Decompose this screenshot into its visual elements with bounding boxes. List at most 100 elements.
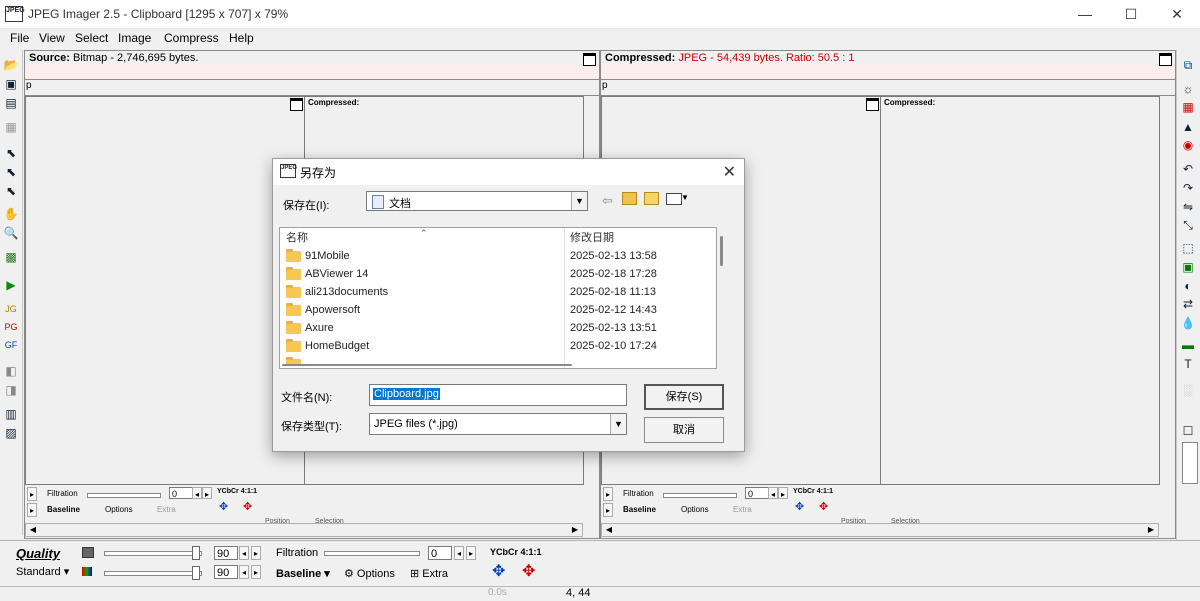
filtration-value-main[interactable]: 0 (428, 546, 452, 560)
text-tool-icon[interactable]: T (1180, 357, 1196, 371)
menu-view[interactable]: View (39, 31, 65, 45)
expand-left-icon-2[interactable]: ▸ (603, 503, 613, 517)
filtration-slider[interactable] (87, 493, 161, 498)
png-icon[interactable]: PG (3, 320, 19, 334)
up-folder-icon[interactable] (622, 192, 637, 205)
compressed-hscrollbar[interactable]: ◀ ▶ (601, 523, 1159, 537)
drop-icon[interactable]: 💧 (1180, 316, 1196, 330)
soft-edge-icon[interactable]: ░ (1180, 383, 1196, 397)
back-nav-icon[interactable]: ⇦ (602, 193, 613, 209)
source-maximize-icon[interactable] (583, 53, 596, 66)
compressed-maximize-icon[interactable] (1159, 53, 1172, 66)
select-arrow-icon[interactable]: ⬉ (3, 146, 19, 160)
filtration-down-icon[interactable]: ◂ (768, 487, 778, 499)
save-button[interactable]: 保存(S) (644, 384, 724, 410)
screen-icon[interactable]: ▬ (1180, 338, 1196, 352)
file-row[interactable]: ali213documents 2025-02-18 11:13 (280, 284, 700, 302)
quality-slider-2[interactable] (104, 571, 202, 576)
filtration-main-up-icon[interactable]: ▸ (466, 546, 476, 560)
expand-left-icon[interactable]: ▸ (603, 487, 613, 501)
filtration-slider[interactable] (663, 493, 737, 498)
preset-dropdown[interactable]: Standard ▾ (16, 565, 69, 578)
grayscale-icon[interactable]: ◐ (1180, 279, 1196, 293)
paste-icon[interactable]: ▣ (3, 77, 19, 91)
file-row[interactable]: Apowersoft 2025-02-12 14:43 (280, 302, 700, 320)
histogram-icon[interactable]: ▲ (1180, 120, 1196, 134)
rotate-left-icon[interactable]: ↶ (1180, 162, 1196, 176)
jpg-icon[interactable]: JG (3, 302, 19, 316)
file-row[interactable]: 91Mobile 2025-02-13 13:58 (280, 248, 700, 266)
select-region-icon[interactable]: ⬉ (3, 165, 19, 179)
chroma-red-icon[interactable]: ✥ (819, 500, 835, 514)
mode-dropdown[interactable]: Baseline (47, 505, 80, 514)
mode-dropdown-main[interactable]: Baseline ▾ (276, 567, 330, 580)
open-folder-icon[interactable]: 📂 (3, 58, 19, 72)
list-vscroll-thumb[interactable] (720, 236, 723, 266)
save-icon[interactable]: ▦ (3, 120, 19, 134)
options-button[interactable]: Options (105, 505, 133, 514)
brightness-icon[interactable]: ☼ (1180, 82, 1196, 96)
quality-value-1[interactable]: 90 (214, 546, 238, 560)
view-menu-icon[interactable] (666, 193, 682, 205)
crop-icon[interactable]: ⬚ (1180, 241, 1196, 255)
forward-icon[interactable]: ◨ (3, 383, 19, 397)
extra-button[interactable]: Extra (157, 505, 176, 514)
open-file-icon[interactable]: ▤ (3, 96, 19, 110)
convert-icon[interactable]: ⇄ (1180, 297, 1196, 311)
options-button-main[interactable]: ⚙ Options (344, 567, 395, 580)
chroma-red-icon[interactable]: ✥ (243, 500, 259, 514)
zoom-icon[interactable]: 🔍 (3, 226, 19, 240)
resize-icon[interactable]: ⤡ (1180, 218, 1196, 232)
filtration-down-icon[interactable]: ◂ (192, 487, 202, 499)
minimize-button[interactable]: — (1062, 0, 1108, 28)
chroma-blue-icon[interactable]: ✥ (219, 500, 235, 514)
batch-icon[interactable]: ▨ (3, 426, 19, 440)
gif-icon[interactable]: GF (3, 338, 19, 352)
quality-thumb-2[interactable] (192, 566, 200, 580)
chroma-blue-main-icon[interactable]: ✥ (492, 561, 505, 581)
filtration-up-icon[interactable]: ▸ (778, 487, 788, 499)
cancel-button[interactable]: 取消 (644, 417, 724, 443)
select-move-icon[interactable]: ⬉ (3, 184, 19, 198)
color-icon[interactable] (82, 567, 92, 576)
menu-select[interactable]: Select (75, 31, 108, 45)
scroll-right-icon[interactable]: ▶ (568, 524, 582, 536)
filtration-main-down-icon[interactable]: ◂ (454, 546, 464, 560)
quality-down-icon[interactable]: ◂ (239, 546, 249, 560)
quality-up-icon[interactable]: ▸ (251, 546, 261, 560)
extra-button[interactable]: Extra (733, 505, 752, 514)
extra-button-main[interactable]: ⊞ Extra (410, 567, 448, 580)
filetype-dropdown-arrow-icon[interactable]: ▼ (610, 414, 626, 434)
grayscale-icon[interactable] (82, 547, 94, 558)
quality-value-2[interactable]: 90 (214, 565, 238, 579)
rotate-right-icon[interactable]: ↷ (1180, 181, 1196, 195)
compare-icon[interactable]: ▩ (3, 250, 19, 264)
filetype-dropdown[interactable]: JPEG files (*.jpg) ▼ (369, 413, 627, 435)
dialog-close-icon[interactable]: ✕ (723, 162, 736, 182)
frame-icon[interactable]: ▣ (1180, 260, 1196, 274)
source-hscrollbar[interactable]: ◀ ▶ (25, 523, 583, 537)
filtration-value[interactable]: 0 (745, 487, 769, 499)
run-icon[interactable]: ▶ (3, 278, 19, 292)
menu-compress[interactable]: Compress (164, 31, 219, 45)
file-row[interactable]: ABViewer 14 2025-02-18 17:28 (280, 266, 700, 284)
list-hscroll-thumb[interactable] (282, 364, 572, 366)
color-wheel-icon[interactable]: ◉ (1180, 138, 1196, 152)
quality-slider-1[interactable] (104, 551, 202, 556)
mode-dropdown[interactable]: Baseline (623, 505, 656, 514)
quality2-down-icon[interactable]: ◂ (239, 565, 249, 579)
save-in-dropdown[interactable]: 文档 ▼ (366, 191, 588, 211)
chroma-red-main-icon[interactable]: ✥ (522, 561, 535, 581)
save-in-dropdown-arrow-icon[interactable]: ▼ (571, 192, 587, 210)
options-button[interactable]: Options (681, 505, 709, 514)
export-icon[interactable]: ▥ (3, 407, 19, 421)
quality2-up-icon[interactable]: ▸ (251, 565, 261, 579)
menu-help[interactable]: Help (229, 31, 254, 45)
color-balance-icon[interactable]: ▦ (1180, 100, 1196, 114)
expand-left-icon[interactable]: ▸ (27, 487, 37, 501)
filename-input[interactable]: Clipboard.jpg (369, 384, 627, 406)
filtration-value[interactable]: 0 (169, 487, 193, 499)
new-folder-icon[interactable] (644, 192, 659, 205)
scroll-left-icon[interactable]: ◀ (602, 524, 616, 536)
quality-thumb-1[interactable] (192, 546, 200, 560)
